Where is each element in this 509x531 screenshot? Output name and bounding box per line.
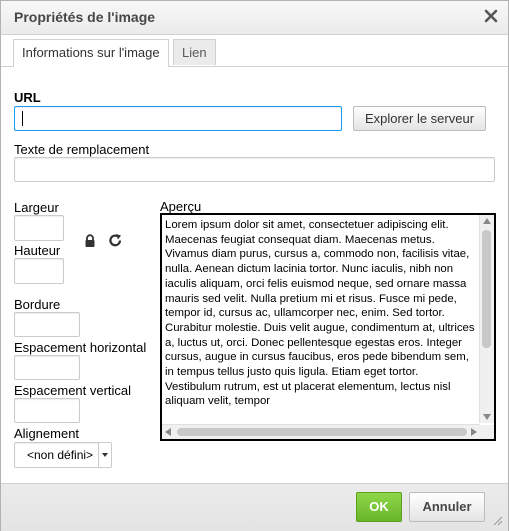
scrollbar-corner [480, 425, 494, 439]
cancel-label: Annuler [422, 499, 472, 514]
preview-text: Lorem ipsum dolor sit amet, consectetuer… [165, 219, 475, 408]
height-label: Hauteur [14, 243, 61, 258]
browse-server-button[interactable]: Explorer le serveur [353, 106, 486, 131]
width-label: Largeur [14, 200, 59, 215]
scroll-left-icon[interactable] [165, 428, 171, 436]
ok-button[interactable]: OK [356, 492, 402, 522]
alignment-value: <non défini> [27, 448, 94, 462]
hspace-label: Espacement horizontal [14, 340, 147, 355]
browse-server-label: Explorer le serveur [364, 111, 475, 126]
scroll-up-icon[interactable] [483, 218, 491, 224]
ok-label: OK [369, 499, 389, 514]
dialog-titlebar[interactable]: Propriétés de l'image [1, 1, 508, 35]
tab-link-label: Lien [182, 45, 207, 60]
alt-text-input[interactable] [14, 157, 495, 182]
text-caret [22, 111, 23, 126]
hspace-input[interactable] [14, 355, 80, 380]
preview-horizontal-scrollbar[interactable] [162, 424, 480, 439]
border-input[interactable] [14, 312, 80, 337]
vspace-label: Espacement vertical [14, 383, 132, 398]
preview-vertical-scrollbar[interactable] [479, 215, 494, 423]
height-input[interactable] [14, 258, 64, 284]
chevron-down-icon [102, 453, 108, 457]
tab-image-info-label: Informations sur l'image [22, 45, 160, 60]
tab-bar: Informations sur l'image Lien [1, 35, 508, 67]
reset-size-icon[interactable] [108, 233, 123, 248]
dialog-title: Propriétés de l'image [14, 9, 156, 25]
preview-label: Aperçu [160, 199, 202, 214]
cancel-button[interactable]: Annuler [409, 492, 485, 522]
vertical-scroll-thumb[interactable] [482, 230, 491, 348]
scroll-right-icon[interactable] [471, 428, 477, 436]
url-input[interactable] [14, 106, 342, 131]
resize-grip-icon[interactable] [491, 514, 503, 526]
vspace-input[interactable] [14, 398, 80, 423]
close-icon[interactable] [483, 8, 499, 24]
horizontal-scroll-thumb[interactable] [177, 428, 467, 436]
alignment-label: Alignement [14, 426, 80, 441]
tab-image-info[interactable]: Informations sur l'image [13, 39, 169, 67]
dialog-footer: OK Annuler [1, 483, 508, 531]
tab-link[interactable]: Lien [173, 39, 216, 65]
scroll-down-icon[interactable] [483, 414, 491, 420]
alt-text-label: Texte de remplacement [14, 142, 150, 157]
lock-icon[interactable] [83, 234, 97, 248]
image-properties-dialog: Propriétés de l'image Informations sur l… [0, 0, 509, 531]
width-input[interactable] [14, 215, 64, 241]
border-label: Bordure [14, 297, 61, 312]
alignment-dropdown-arrow[interactable] [98, 443, 111, 467]
preview-box: Lorem ipsum dolor sit amet, consectetuer… [160, 213, 496, 441]
url-label: URL [14, 90, 41, 105]
alignment-select[interactable]: <non défini> [14, 442, 112, 468]
